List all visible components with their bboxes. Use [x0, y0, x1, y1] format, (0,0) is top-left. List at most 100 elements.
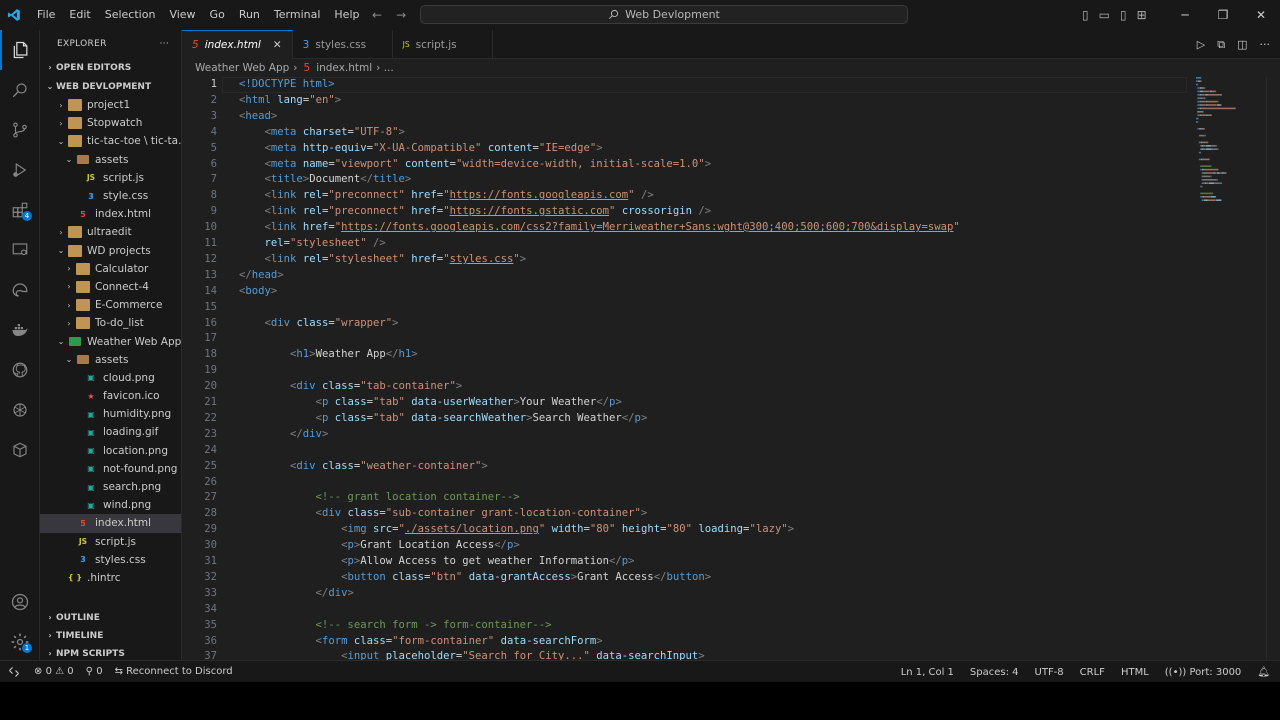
minimap[interactable]: [1196, 77, 1266, 217]
tree-item[interactable]: { } .hintrc: [40, 569, 181, 587]
workspace-section[interactable]: ⌄ WEB DEVLOPMENT: [40, 77, 181, 96]
tree-item[interactable]: 5 index.html: [40, 514, 181, 533]
tab-styles-css[interactable]: 3 styles.css: [293, 30, 393, 59]
open-changes-icon[interactable]: ⧉: [1217, 38, 1225, 52]
edge-browser-icon[interactable]: [0, 270, 40, 310]
cursor-position[interactable]: Ln 1, Col 1: [901, 667, 954, 678]
tree-item[interactable]: ★ favicon.ico: [40, 387, 181, 405]
close-window-icon[interactable]: ✕: [1242, 0, 1280, 30]
settings-gear-icon[interactable]: 1: [0, 622, 40, 662]
tree-item[interactable]: ▣ cloud.png: [40, 369, 181, 387]
tab-script-js[interactable]: JS script.js: [393, 30, 493, 59]
live-server-port[interactable]: ((•)) Port: 3000: [1165, 667, 1242, 678]
code-token: data-searchWeather: [411, 411, 527, 424]
open-editors-section[interactable]: › OPEN EDITORS: [40, 58, 181, 77]
maximize-icon[interactable]: ❐: [1204, 0, 1242, 30]
tree-item[interactable]: ⌄ Weather Web App: [40, 332, 181, 350]
explorer-icon[interactable]: [0, 30, 40, 70]
tree-item[interactable]: ▣ loading.gif: [40, 423, 181, 441]
menu-file[interactable]: File: [30, 0, 62, 30]
minimap-mark: [1197, 107, 1200, 110]
tree-item[interactable]: ▣ not-found.png: [40, 460, 181, 478]
package-box-icon[interactable]: [0, 430, 40, 470]
toggle-panel-icon[interactable]: ▭: [1099, 8, 1110, 22]
tree-item[interactable]: 5 index.html: [40, 205, 181, 223]
run-debug-icon[interactable]: [0, 150, 40, 190]
menu-selection[interactable]: Selection: [98, 0, 163, 30]
tree-item[interactable]: 3 style.css: [40, 187, 181, 205]
tree-item[interactable]: JS script.js: [40, 169, 181, 187]
ico-file-icon: ★: [87, 391, 95, 401]
outline-section[interactable]: › OUTLINE: [40, 608, 181, 627]
tree-item[interactable]: › Stopwatch: [40, 114, 181, 132]
tree-item[interactable]: › E-Commerce: [40, 296, 181, 314]
port-label: Port: 3000: [1189, 666, 1242, 678]
tree-item[interactable]: ▣ wind.png: [40, 496, 181, 514]
tree-item[interactable]: ▣ search.png: [40, 478, 181, 496]
tree-item[interactable]: › Connect-4: [40, 278, 181, 296]
file-encoding[interactable]: UTF-8: [1035, 667, 1064, 678]
tree-item[interactable]: › ultraedit: [40, 223, 181, 241]
breadcrumb-folder[interactable]: Weather Web App: [195, 62, 289, 74]
tree-item[interactable]: ⌄ assets: [40, 151, 181, 169]
notifications-bell-icon[interactable]: 🔔︎: [1257, 667, 1270, 678]
breadcrumb-file[interactable]: index.html: [316, 62, 372, 74]
back-arrow-icon[interactable]: ←: [372, 8, 382, 22]
close-tab-icon[interactable]: ✕: [273, 39, 282, 51]
tree-item[interactable]: › project1: [40, 96, 181, 114]
account-icon[interactable]: [0, 582, 40, 622]
split-editor-icon[interactable]: ◫: [1237, 38, 1247, 51]
minimap-mark: [1217, 172, 1220, 174]
tree-item[interactable]: › Calculator: [40, 260, 181, 278]
tab-index-html[interactable]: 5 index.html ✕: [182, 30, 293, 59]
command-center-search[interactable]: Web Devlopment: [420, 5, 908, 24]
menu-view[interactable]: View: [162, 0, 202, 30]
indentation[interactable]: Spaces: 4: [970, 667, 1019, 678]
discord-status[interactable]: ⇆ Reconnect to Discord: [115, 666, 233, 677]
problems-indicator[interactable]: ⊗ 0 ⚠ 0: [34, 666, 74, 677]
breadcrumb-symbols[interactable]: › ...: [376, 62, 394, 74]
language-mode[interactable]: HTML: [1121, 667, 1149, 678]
explorer-more-actions-icon[interactable]: ···: [160, 39, 169, 49]
tree-item[interactable]: ▣ location.png: [40, 442, 181, 460]
code-editor[interactable]: 1 <!DOCTYPE html> 2 <html lang="en"> 3 <head>…: [182, 77, 1280, 660]
end-of-line[interactable]: CRLF: [1080, 667, 1105, 678]
tree-item[interactable]: 3 styles.css: [40, 551, 181, 569]
toggle-primary-sidebar-icon[interactable]: ▯: [1082, 8, 1089, 22]
tree-item[interactable]: JS script.js: [40, 533, 181, 551]
docker-icon[interactable]: [0, 310, 40, 350]
menu-terminal[interactable]: Terminal: [267, 0, 328, 30]
remote-explorer-icon[interactable]: [0, 230, 40, 270]
source-control-icon[interactable]: [0, 110, 40, 150]
npm-scripts-section[interactable]: › NPM SCRIPTS: [40, 644, 181, 660]
extensions-icon[interactable]: 4: [0, 190, 40, 230]
minimize-icon[interactable]: ─: [1166, 0, 1204, 30]
tree-item[interactable]: ⌄ WD projects: [40, 242, 181, 260]
code-token: >: [277, 268, 284, 281]
timeline-section[interactable]: › TIMELINE: [40, 626, 181, 645]
customize-layout-icon[interactable]: ⊞: [1137, 8, 1147, 22]
ports-indicator[interactable]: ⚲ 0: [86, 666, 103, 677]
tree-item[interactable]: ⌄ tic-tac-toe \ tic-ta...: [40, 132, 181, 150]
menu-edit[interactable]: Edit: [62, 0, 97, 30]
code-token: rel: [302, 252, 322, 265]
toggle-secondary-sidebar-icon[interactable]: ▯: [1120, 8, 1127, 22]
tree-item[interactable]: ▣ humidity.png: [40, 405, 181, 423]
tree-item[interactable]: › To-do_list: [40, 314, 181, 332]
run-play-icon[interactable]: ▷: [1197, 38, 1205, 51]
tree-item[interactable]: ⌄ assets: [40, 351, 181, 369]
tree-item-label: location.png: [103, 444, 168, 457]
more-actions-icon[interactable]: ···: [1260, 38, 1271, 51]
forward-arrow-icon[interactable]: →: [396, 8, 406, 22]
vertical-scrollbar[interactable]: [1266, 77, 1280, 660]
github-icon[interactable]: [0, 350, 40, 390]
search-icon[interactable]: [0, 70, 40, 110]
minimap-mark: [1201, 80, 1202, 82]
menu-run[interactable]: Run: [232, 0, 267, 30]
menu-help[interactable]: Help: [327, 0, 366, 30]
chatgpt-icon[interactable]: [0, 390, 40, 430]
menu-go[interactable]: Go: [203, 0, 232, 30]
remote-indicator-icon[interactable]: [0, 661, 28, 683]
